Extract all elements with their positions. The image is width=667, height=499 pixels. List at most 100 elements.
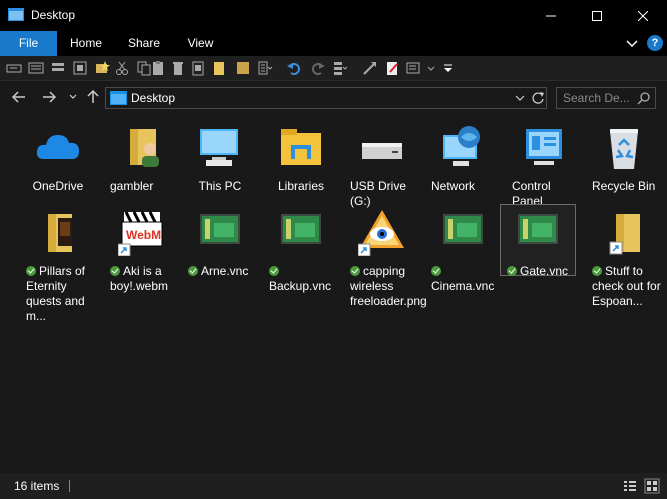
desktop-item-cinema-vnc[interactable]: Cinema.vnc bbox=[425, 208, 501, 294]
close-icon bbox=[638, 10, 648, 21]
item-count: 16 items bbox=[14, 479, 60, 493]
search-box[interactable] bbox=[556, 87, 656, 109]
desktop-item-capping-png[interactable]: capping wireless freeloader.png bbox=[344, 208, 427, 309]
window-title: Desktop bbox=[31, 8, 76, 22]
sync-status-icon bbox=[269, 266, 279, 276]
open-icon[interactable] bbox=[332, 60, 348, 76]
address-path: Desktop bbox=[131, 91, 176, 105]
desktop-item-pillars-of-eternity[interactable]: Pillars of Eternity quests and m... bbox=[20, 208, 96, 324]
vnc-file-icon bbox=[518, 214, 558, 244]
desktop-item-recycle-bin[interactable]: Recycle Bin bbox=[586, 123, 662, 194]
invert-selection-icon[interactable] bbox=[72, 60, 88, 76]
tab-home[interactable]: Home bbox=[62, 31, 110, 56]
cut-icon[interactable] bbox=[114, 60, 130, 76]
ribbon-tabs: File Home Share View ? bbox=[0, 31, 667, 56]
desktop-folder-icon bbox=[110, 91, 127, 105]
paste-icon[interactable] bbox=[150, 60, 166, 76]
view-options-icon[interactable] bbox=[406, 60, 422, 76]
rename-icon[interactable] bbox=[6, 60, 22, 76]
tab-share[interactable]: Share bbox=[120, 31, 168, 56]
new-item-icon[interactable] bbox=[235, 60, 251, 76]
item-name: Arne.vnc bbox=[201, 264, 249, 278]
easy-access-icon[interactable] bbox=[257, 60, 273, 76]
desktop-item-onedrive[interactable]: OneDrive bbox=[20, 123, 96, 194]
delete-icon[interactable] bbox=[170, 60, 186, 76]
network-icon bbox=[443, 126, 480, 166]
up-button[interactable] bbox=[84, 88, 102, 106]
desktop-item-backup-vnc[interactable]: Backup.vnc bbox=[263, 208, 339, 294]
desktop-item-webm-video[interactable]: WebM Aki is a boy!.webm bbox=[104, 208, 180, 294]
forward-button[interactable] bbox=[40, 88, 58, 106]
image-viewer-icon bbox=[357, 210, 404, 257]
back-button[interactable] bbox=[10, 88, 28, 106]
item-label: This PC bbox=[198, 179, 242, 193]
item-label: Backup.vnc bbox=[263, 264, 339, 294]
refresh-icon[interactable] bbox=[531, 91, 545, 105]
back-arrow-icon bbox=[12, 91, 25, 103]
desktop-item-usb-drive[interactable]: USB Drive (G:) bbox=[344, 123, 420, 209]
file-list: OneDrive gambler This PC Libraries USB D… bbox=[0, 115, 667, 473]
item-label: Stuff to check out for Espoan... bbox=[586, 264, 662, 309]
sync-status-icon bbox=[507, 266, 517, 276]
desktop-item-network[interactable]: Network bbox=[425, 123, 501, 194]
navigation-bar: Desktop bbox=[0, 81, 667, 115]
clipboard-icon[interactable] bbox=[190, 60, 206, 76]
vnc-file-icon bbox=[200, 214, 240, 244]
edit-icon[interactable] bbox=[384, 60, 400, 76]
properties-icon[interactable] bbox=[28, 60, 44, 76]
search-input[interactable] bbox=[563, 90, 633, 106]
desktop-item-libraries[interactable]: Libraries bbox=[263, 123, 339, 194]
up-arrow-icon bbox=[87, 90, 99, 103]
item-label: Libraries bbox=[277, 179, 325, 193]
expand-ribbon-icon[interactable] bbox=[624, 36, 640, 50]
explorer-window-icon bbox=[8, 8, 24, 21]
usb-drive-icon bbox=[362, 143, 402, 159]
recent-locations-button[interactable] bbox=[64, 88, 82, 106]
item-name: Stuff to check out for Espoan... bbox=[592, 264, 661, 308]
minimize-button[interactable] bbox=[528, 0, 574, 31]
select-all-icon[interactable] bbox=[50, 60, 66, 76]
svg-text:WebM: WebM bbox=[126, 228, 161, 242]
item-name: Backup.vnc bbox=[269, 279, 332, 293]
control-panel-icon bbox=[526, 129, 562, 165]
desktop-item-gate-vnc[interactable]: Gate.vnc bbox=[500, 204, 576, 279]
item-name: Cinema.vnc bbox=[431, 279, 495, 293]
maximize-button[interactable] bbox=[574, 0, 620, 31]
item-label: Aki is a boy!.webm bbox=[104, 264, 180, 294]
recycle-bin-icon bbox=[610, 129, 638, 169]
help-button[interactable]: ? bbox=[647, 35, 663, 51]
item-label: Arne.vnc bbox=[182, 264, 258, 279]
onedrive-cloud-icon bbox=[36, 135, 79, 159]
tab-view[interactable]: View bbox=[178, 31, 223, 56]
address-dropdown-icon[interactable] bbox=[514, 92, 526, 104]
minimize-icon bbox=[546, 15, 556, 16]
favorites-icon[interactable] bbox=[94, 60, 110, 76]
tab-file[interactable]: File bbox=[0, 31, 57, 56]
details-view-icon[interactable] bbox=[622, 478, 638, 494]
desktop-item-stuff-to-check-out[interactable]: Stuff to check out for Espoan... bbox=[586, 208, 662, 309]
item-label: Network bbox=[431, 179, 476, 193]
desktop-item-this-pc[interactable]: This PC bbox=[182, 123, 258, 194]
desktop-item-gambler[interactable]: gambler bbox=[104, 123, 180, 194]
desktop-item-arne-vnc[interactable]: Arne.vnc bbox=[182, 208, 258, 279]
chevron-down-icon bbox=[69, 94, 77, 99]
vnc-file-icon bbox=[443, 214, 483, 244]
webm-video-icon: WebM bbox=[117, 211, 163, 257]
close-button[interactable] bbox=[620, 0, 666, 31]
status-bar: 16 items bbox=[0, 473, 667, 499]
desktop-item-control-panel[interactable]: Control Panel bbox=[506, 123, 582, 209]
libraries-folder-icon bbox=[281, 129, 321, 165]
item-label: OneDrive bbox=[32, 179, 84, 193]
sync-status-icon bbox=[350, 266, 360, 276]
undo-icon[interactable] bbox=[286, 60, 302, 76]
item-label: capping wireless freeloader.png bbox=[344, 264, 427, 309]
address-bar[interactable]: Desktop bbox=[105, 87, 547, 109]
redo-icon[interactable] bbox=[310, 60, 326, 76]
view-options-dropdown-icon[interactable] bbox=[424, 60, 440, 76]
new-folder-icon[interactable] bbox=[212, 60, 228, 76]
move-to-icon[interactable] bbox=[362, 60, 378, 76]
customize-toolbar-icon[interactable] bbox=[440, 60, 456, 76]
item-label: Gate.vnc bbox=[501, 264, 575, 279]
folder-shortcut-icon bbox=[609, 214, 640, 255]
large-icons-view-icon[interactable] bbox=[644, 478, 660, 494]
